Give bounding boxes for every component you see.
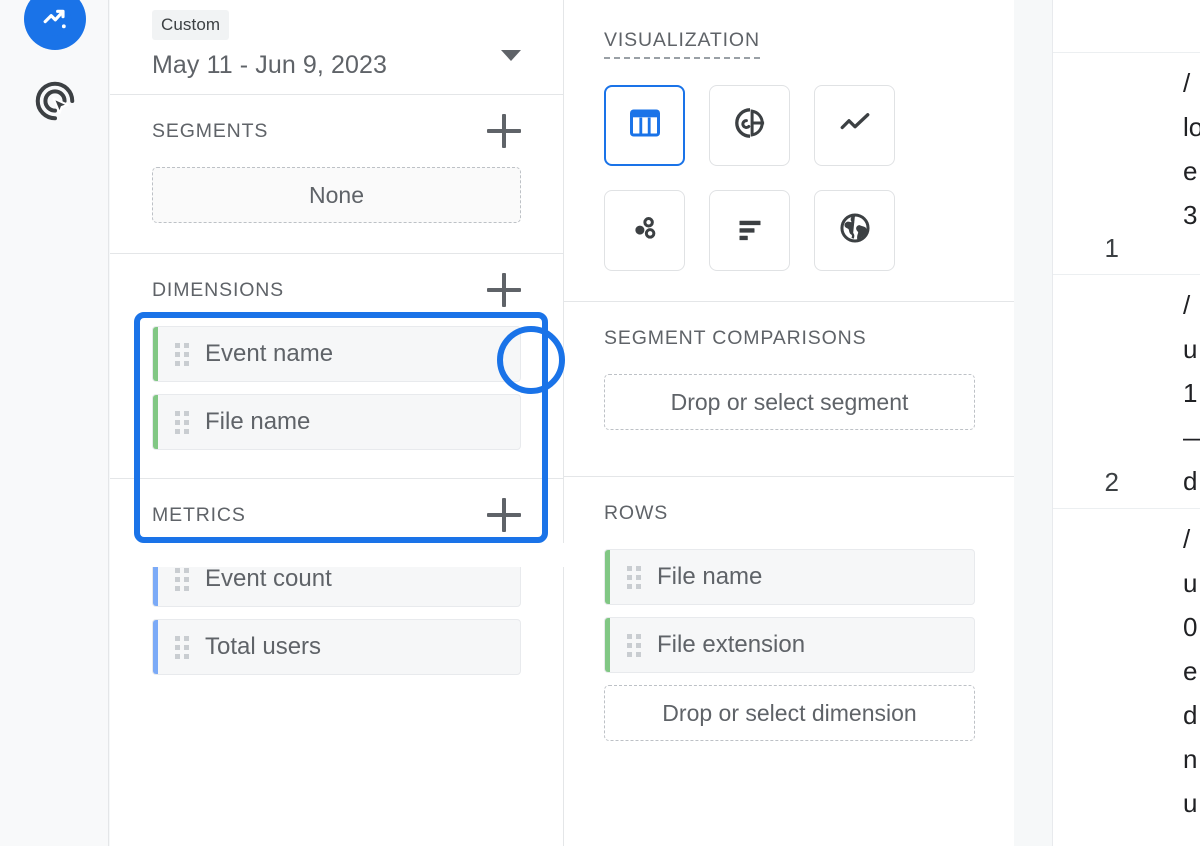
metrics-section: METRICS Event count Total users	[110, 479, 563, 675]
add-dimension-button[interactable]	[487, 273, 521, 307]
explore-configuration-screen: Custom May 11 - Jun 9, 2023 SEGMENTS Non…	[0, 0, 1200, 846]
scatter-plot-icon	[627, 210, 663, 251]
segments-empty-state[interactable]: None	[152, 167, 521, 223]
rows-drop-target[interactable]: Drop or select dimension	[604, 685, 975, 741]
drag-handle-icon[interactable]	[175, 635, 189, 659]
table-row[interactable]: / u 0 e d n u - x 3	[1053, 509, 1200, 846]
date-range-type-chip: Custom	[152, 10, 230, 40]
bar-chart-icon	[732, 210, 768, 251]
visualization-title: VISUALIZATION	[604, 0, 760, 59]
drag-handle-icon[interactable]	[175, 410, 189, 434]
viz-option-donut-chart[interactable]	[709, 85, 790, 166]
geo-map-icon	[837, 210, 873, 251]
row-dimension-chip[interactable]: File name	[604, 549, 975, 605]
viz-option-free-form-table[interactable]	[604, 85, 685, 166]
row-dimension-chip-label: File name	[657, 563, 763, 590]
metric-chip[interactable]: Total users	[152, 619, 521, 675]
drag-handle-icon[interactable]	[175, 342, 189, 366]
drag-handle-icon[interactable]	[627, 565, 641, 589]
dimensions-section: DIMENSIONS Event name File name	[110, 254, 563, 479]
date-range-selector[interactable]: Custom May 11 - Jun 9, 2023	[110, 0, 563, 95]
analytics-logo-icon	[24, 0, 86, 50]
sidebar-item-analytics-home[interactable]	[24, 0, 86, 50]
add-metric-button[interactable]	[487, 498, 521, 532]
table-cell-path: / lo e 3	[1183, 68, 1200, 230]
tab-settings-column: VISUALIZATION SEGMENT COMPARISONS Drop o…	[564, 0, 1015, 846]
table-cell-path: / u 0 e d n u - x	[1183, 524, 1198, 846]
donut-chart-icon	[732, 105, 768, 146]
table-header-row	[1053, 0, 1200, 53]
metrics-title: METRICS	[152, 503, 246, 526]
rows-section: ROWS File name File extension Drop or se…	[564, 477, 1015, 741]
segments-title: SEGMENTS	[152, 119, 269, 142]
variables-column: Custom May 11 - Jun 9, 2023 SEGMENTS Non…	[110, 0, 564, 846]
dimensions-header: DIMENSIONS	[152, 254, 521, 326]
viz-option-scatter-plot[interactable]	[604, 190, 685, 271]
table-row-index: 2	[1104, 467, 1119, 497]
dimension-accent-bar	[605, 618, 610, 672]
dimension-accent-bar	[605, 550, 610, 604]
dimension-chip-label: Event name	[205, 340, 334, 367]
plus-icon[interactable]	[487, 114, 521, 148]
dimension-chip[interactable]: Event name	[152, 326, 521, 382]
dimension-accent-bar	[153, 327, 158, 381]
segment-drop-target[interactable]: Drop or select segment	[604, 374, 975, 430]
dimensions-title: DIMENSIONS	[152, 278, 285, 301]
row-dimension-chip-label: File extension	[657, 631, 806, 658]
segments-header: SEGMENTS	[152, 95, 521, 167]
table-cell-path: / u 1 — d	[1183, 290, 1200, 496]
date-range-value: May 11 - Jun 9, 2023	[152, 51, 388, 79]
metric-chip-label: Total users	[205, 633, 322, 660]
drag-handle-icon[interactable]	[175, 567, 189, 591]
dimension-chip-label: File name	[205, 408, 311, 435]
target-cursor-icon	[32, 78, 78, 129]
highlight-mask	[110, 543, 565, 567]
metric-chip-label: Event count	[205, 565, 332, 592]
viz-option-bar-chart[interactable]	[709, 190, 790, 271]
visualization-section: VISUALIZATION	[564, 0, 1015, 302]
rows-title: ROWS	[604, 501, 669, 524]
results-table: / lo e 3 1 / u 1 — d 2 / u 0 e d n u - x…	[1052, 0, 1200, 846]
sidebar-item-advertising[interactable]	[24, 72, 86, 134]
viz-option-line-chart[interactable]	[814, 85, 895, 166]
metrics-header: METRICS	[152, 479, 521, 551]
dimension-chip[interactable]: File name	[152, 394, 521, 450]
left-nav-rail	[0, 0, 109, 846]
row-dimension-chip[interactable]: File extension	[604, 617, 975, 673]
table-chart-icon	[627, 105, 663, 146]
explore-config-panel: Custom May 11 - Jun 9, 2023 SEGMENTS Non…	[110, 0, 1015, 846]
segment-comparisons-header: SEGMENT COMPARISONS	[604, 302, 975, 374]
drag-handle-icon[interactable]	[627, 633, 641, 657]
rows-header: ROWS	[604, 477, 975, 549]
viz-option-geo-map[interactable]	[814, 190, 895, 271]
metric-accent-bar	[153, 620, 158, 674]
dimension-accent-bar	[153, 395, 158, 449]
chevron-down-icon[interactable]	[501, 50, 521, 61]
line-chart-icon	[837, 105, 873, 146]
segment-comparisons-section: SEGMENT COMPARISONS Drop or select segme…	[564, 302, 1015, 477]
panel-gutter	[1014, 0, 1052, 846]
visualization-options	[604, 85, 975, 301]
table-row[interactable]: / u 1 — d 2	[1053, 275, 1200, 509]
table-row[interactable]: / lo e 3 1	[1053, 53, 1200, 275]
segments-section: SEGMENTS None	[110, 95, 563, 254]
segment-comparisons-title: SEGMENT COMPARISONS	[604, 326, 867, 349]
table-row-index: 1	[1104, 233, 1119, 263]
